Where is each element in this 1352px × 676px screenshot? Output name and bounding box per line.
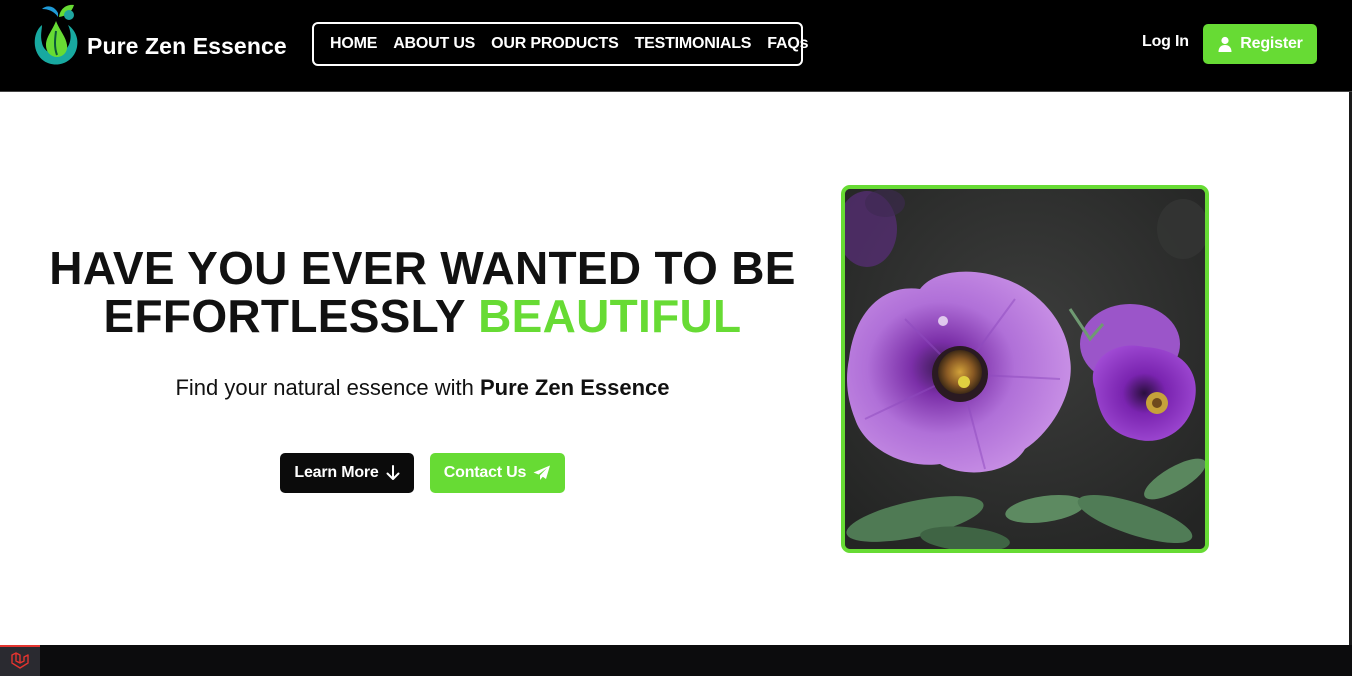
- nav-testimonials[interactable]: TESTIMONIALS: [635, 35, 752, 53]
- contact-us-button[interactable]: Contact Us: [430, 453, 565, 493]
- leaf-drop-logo-icon: [30, 3, 80, 69]
- hero-subtitle-prefix: Find your natural essence with: [175, 375, 474, 400]
- contact-us-label: Contact Us: [443, 464, 527, 481]
- brand-link[interactable]: Pure Zen Essence: [30, 0, 287, 92]
- nav-faqs[interactable]: FAQs: [767, 35, 808, 53]
- debugbar-toggle[interactable]: [0, 645, 40, 676]
- register-label: Register: [1240, 35, 1303, 52]
- learn-more-button[interactable]: Learn More: [280, 453, 414, 493]
- nav-home[interactable]: HOME: [330, 35, 377, 53]
- nav-about-us[interactable]: ABOUT US: [393, 35, 475, 53]
- footer: [0, 645, 1352, 676]
- learn-more-label: Learn More: [294, 464, 379, 481]
- hero-subtitle: Find your natural essence with Pure Zen …: [40, 375, 805, 401]
- hero-title-line1: HAVE YOU EVER WANTED TO BE: [49, 242, 796, 294]
- brand-name: Pure Zen Essence: [87, 32, 287, 59]
- purple-petunia-flowers-photo: [845, 189, 1205, 549]
- hero-subtitle-brand: Pure Zen Essence: [479, 375, 670, 400]
- hero-title-accent: BEAUTIFUL: [478, 290, 742, 342]
- login-link[interactable]: Log In: [1142, 33, 1189, 51]
- arrow-down-icon: [386, 465, 400, 480]
- nav-our-products[interactable]: OUR PRODUCTS: [491, 35, 619, 53]
- user-icon: [1218, 36, 1232, 52]
- hero-title: HAVE YOU EVER WANTED TO BE EFFORTLESSLY …: [40, 244, 805, 340]
- navbar: Pure Zen Essence HOME ABOUT US OUR PRODU…: [0, 0, 1352, 92]
- paper-plane-icon: [533, 465, 551, 480]
- register-button[interactable]: Register: [1203, 24, 1317, 64]
- laravel-logo-icon: [11, 651, 29, 669]
- hero-title-line2: EFFORTLESSLY: [103, 290, 465, 342]
- main-nav: HOME ABOUT US OUR PRODUCTS TESTIMONIALS …: [312, 22, 808, 66]
- hero-image-frame: [841, 185, 1209, 553]
